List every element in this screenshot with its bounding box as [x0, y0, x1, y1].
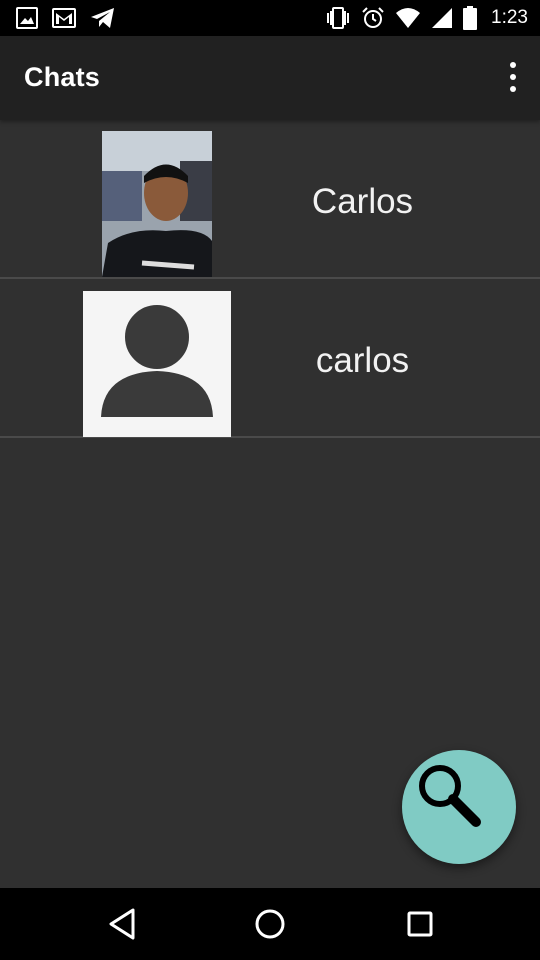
- nav-bar: [0, 888, 540, 960]
- search-icon: [419, 765, 481, 827]
- chat-name: carlos: [315, 341, 410, 380]
- chat-item[interactable]: Carlos: [0, 120, 540, 279]
- gmail-icon: [52, 7, 76, 29]
- app-bar: Chats: [0, 36, 540, 120]
- vibrate-icon: [325, 7, 351, 29]
- back-icon[interactable]: [103, 906, 139, 942]
- alarm-icon: [361, 6, 385, 30]
- home-icon[interactable]: [252, 906, 288, 942]
- chat-item[interactable]: carlos: [0, 279, 540, 438]
- wifi-icon: [395, 7, 421, 29]
- signal-icon: [431, 7, 453, 29]
- default-person-icon: [83, 291, 231, 437]
- screen: 1:23 Chats Carlos carlos: [0, 0, 540, 960]
- page-title: Chats: [24, 62, 101, 92]
- avatar: [102, 131, 212, 277]
- chat-list: Carlos carlos: [0, 120, 540, 438]
- status-time: 1:23: [491, 7, 528, 28]
- recents-icon[interactable]: [402, 906, 438, 942]
- search-button[interactable]: [402, 750, 516, 864]
- battery-icon: [463, 6, 478, 30]
- more-vert-icon[interactable]: [504, 62, 522, 92]
- telegram-icon: [90, 7, 116, 29]
- image-icon: [16, 7, 38, 29]
- status-bar: 1:23: [0, 0, 540, 36]
- chat-name: Carlos: [311, 182, 414, 221]
